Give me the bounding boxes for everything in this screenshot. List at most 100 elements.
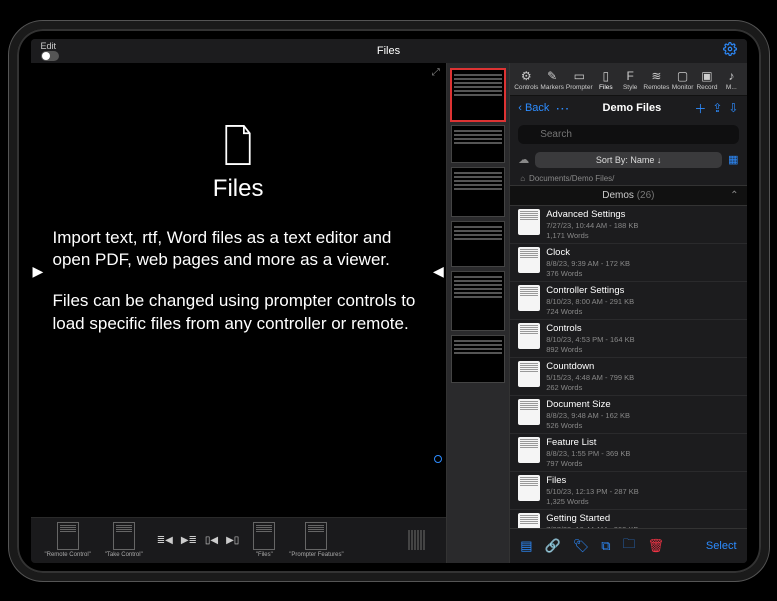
- file-row[interactable]: Feature List8/8/23, 1:55 PM - 369 KB797 …: [510, 434, 746, 472]
- tag-icon[interactable]: 🏷: [573, 538, 590, 554]
- tab-label: Monitor: [672, 84, 694, 91]
- minimap-page[interactable]: [451, 69, 505, 121]
- file-row[interactable]: Document Size8/8/23, 9:48 AM - 162 KB526…: [510, 396, 746, 434]
- file-thumbnail: [518, 437, 540, 463]
- sort-row: ☁ Sort By: Name ↓ ▦: [510, 148, 746, 172]
- tab-style[interactable]: FStyle: [619, 67, 641, 93]
- more-menu-icon[interactable]: ⋯: [555, 100, 569, 117]
- thumb-prompter-features[interactable]: "Prompter Features": [289, 522, 343, 558]
- bottom-actions: ▤ 🔗 🏷 ⧉ 🗀 🗑 Select: [510, 528, 746, 563]
- file-meta: 8/10/23, 8:00 AM - 291 KB: [546, 297, 634, 306]
- file-row[interactable]: Files5/10/23, 12:13 PM - 287 KB1,325 Wor…: [510, 472, 746, 510]
- tab-files[interactable]: ▯Files: [595, 67, 617, 93]
- edit-toggle[interactable]: [41, 51, 59, 61]
- file-name: Getting Started: [546, 513, 638, 524]
- settings-gear-icon[interactable]: [723, 42, 737, 59]
- file-meta: 8/10/23, 4:53 PM - 164 KB: [546, 335, 634, 344]
- file-name: Clock: [546, 247, 630, 258]
- sort-button[interactable]: Sort By: Name ↓: [535, 152, 722, 168]
- titlebar: Edit Files: [31, 39, 747, 63]
- thumb-label: "Take Control": [105, 552, 143, 558]
- file-thumbnail: [518, 285, 540, 311]
- slide-paragraph: Import text, rtf, Word files as a text e…: [53, 227, 424, 273]
- file-row[interactable]: Controls8/10/23, 4:53 PM - 164 KB892 Wor…: [510, 320, 746, 358]
- select-button[interactable]: Select: [706, 540, 737, 552]
- monitor-icon: ▭: [574, 69, 585, 83]
- display-icon: ▢: [677, 69, 688, 83]
- folder-icon[interactable]: 🗀: [623, 535, 636, 557]
- panel-tabs: ⚙Controls ✎Markers ▭Prompter ▯Files FSty…: [510, 63, 746, 96]
- file-info: Getting Started7/27/23, 10:44 AM - 263 K…: [546, 513, 638, 528]
- marker-indicator[interactable]: [434, 455, 442, 463]
- file-name: Countdown: [546, 361, 634, 372]
- file-row[interactable]: Getting Started7/27/23, 10:44 AM - 263 K…: [510, 510, 746, 528]
- file-thumbnail: [518, 209, 540, 235]
- slide-body: Import text, rtf, Word files as a text e…: [49, 227, 428, 337]
- thumb-label: "Prompter Features": [289, 552, 343, 558]
- prev-slide-button[interactable]: ▶: [33, 263, 44, 280]
- link-icon[interactable]: 🔗: [545, 538, 561, 554]
- minimap-pane[interactable]: [446, 63, 510, 563]
- file-row[interactable]: Countdown5/15/23, 4:48 AM - 799 KB262 Wo…: [510, 358, 746, 396]
- slide-paragraph: Files can be changed using prompter cont…: [53, 290, 424, 336]
- playback-controls: ≣◀ ▶≣ ▯◀ ▶▯: [157, 535, 240, 546]
- tab-prompter[interactable]: ▭Prompter: [566, 67, 593, 93]
- minimap-page[interactable]: [451, 221, 505, 267]
- file-thumbnail: [518, 475, 540, 501]
- search-input[interactable]: [518, 125, 738, 144]
- file-list[interactable]: Advanced Settings7/27/23, 10:44 AM - 188…: [510, 206, 746, 528]
- file-info: Controls8/10/23, 4:53 PM - 164 KB892 Wor…: [546, 323, 634, 354]
- list-prev-icon[interactable]: ≣◀: [157, 535, 173, 546]
- thumb-take-control[interactable]: "Take Control": [105, 522, 143, 558]
- minimap-page[interactable]: [451, 335, 505, 383]
- tab-record[interactable]: ▣Record: [696, 67, 718, 93]
- thumb-remote-control[interactable]: "Remote Control": [45, 522, 91, 558]
- add-button[interactable]: ＋: [694, 100, 706, 117]
- minimap-page[interactable]: [451, 125, 505, 163]
- share-icon[interactable]: ⇪: [712, 101, 722, 115]
- slide-title: Files: [49, 175, 428, 203]
- panel-title: Demo Files: [603, 102, 662, 114]
- marker-icon: ✎: [547, 69, 557, 83]
- music-icon: ♪: [728, 69, 734, 83]
- trash-icon[interactable]: 🗑: [648, 538, 665, 554]
- ipad-frame: Edit Files ⤢ Files ▶: [9, 21, 769, 581]
- tab-label: Files: [599, 84, 613, 91]
- file-meta: 5/15/23, 4:48 AM - 799 KB: [546, 373, 634, 382]
- breadcrumb[interactable]: ⌂ Documents/Demo Files/: [510, 172, 746, 185]
- file-row[interactable]: Advanced Settings7/27/23, 10:44 AM - 188…: [510, 206, 746, 244]
- camera-icon: ▣: [701, 69, 712, 83]
- tab-markers[interactable]: ✎Markers: [540, 67, 563, 93]
- tab-monitor[interactable]: ▢Monitor: [671, 67, 693, 93]
- window-title: Files: [377, 45, 400, 57]
- minimap-page[interactable]: [451, 167, 505, 217]
- breadcrumb-path: Documents/Demo Files/: [529, 174, 614, 183]
- import-icon[interactable]: ⇩: [728, 101, 738, 115]
- page-prev-icon[interactable]: ▯◀: [205, 535, 218, 546]
- section-header[interactable]: Demos (26) ⌃: [510, 185, 746, 206]
- cloud-icon[interactable]: ☁: [518, 153, 529, 166]
- duplicate-icon[interactable]: ⧉: [601, 538, 610, 554]
- view-mode-icon[interactable]: ▦: [728, 153, 738, 166]
- tab-label: M...: [726, 84, 737, 91]
- file-info: Countdown5/15/23, 4:48 AM - 799 KB262 Wo…: [546, 361, 634, 392]
- tab-more[interactable]: ♪M...: [720, 67, 742, 93]
- thumb-files[interactable]: "Files": [253, 522, 275, 558]
- page-next-icon[interactable]: ▶▯: [226, 535, 239, 546]
- tab-label: Style: [623, 84, 637, 91]
- expand-icon[interactable]: ⤢: [432, 67, 440, 78]
- tab-label: Markers: [540, 84, 563, 91]
- file-info: Clock8/8/23, 9:39 AM - 172 KB376 Words: [546, 247, 630, 278]
- minimap-page[interactable]: [451, 271, 505, 331]
- tab-remotes[interactable]: ≋Remotes: [643, 67, 669, 93]
- new-doc-icon[interactable]: ▤: [520, 538, 532, 554]
- file-row[interactable]: Controller Settings8/10/23, 8:00 AM - 29…: [510, 282, 746, 320]
- file-row[interactable]: Clock8/8/23, 9:39 AM - 172 KB376 Words: [510, 244, 746, 282]
- list-play-icon[interactable]: ▶≣: [181, 535, 197, 546]
- file-wordcount: 724 Words: [546, 307, 634, 316]
- tab-label: Remotes: [643, 84, 669, 91]
- next-slide-button[interactable]: ◀: [433, 263, 444, 280]
- file-name: Advanced Settings: [546, 209, 638, 220]
- tab-controls[interactable]: ⚙Controls: [514, 67, 538, 93]
- back-button[interactable]: ‹ Back: [518, 102, 549, 114]
